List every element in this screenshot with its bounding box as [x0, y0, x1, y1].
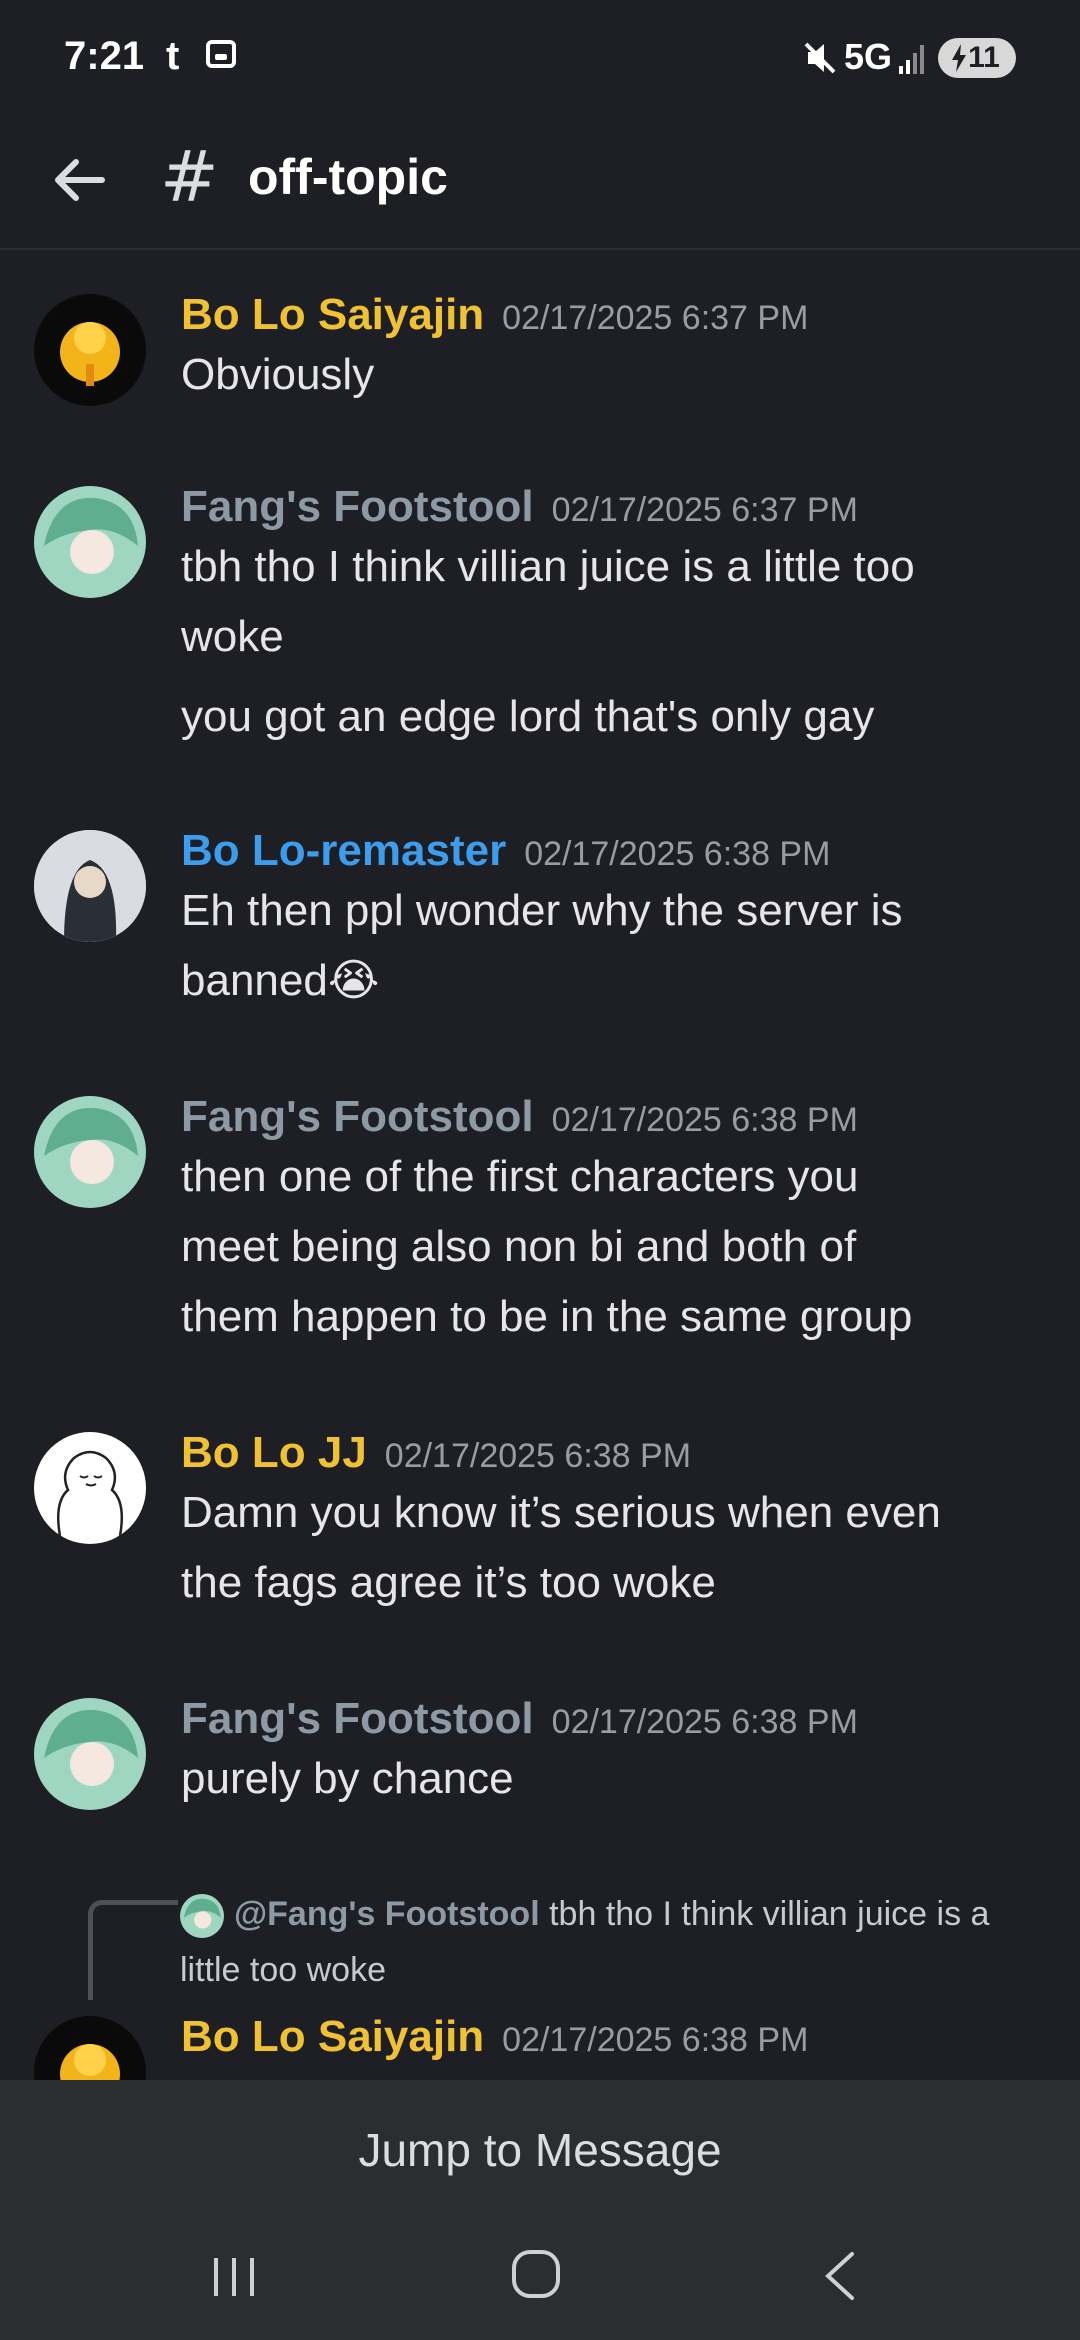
- message-text: woke: [181, 612, 284, 661]
- recent-apps-icon[interactable]: [210, 2252, 258, 2302]
- channel-hash-icon: #: [160, 136, 219, 218]
- avatar[interactable]: [34, 2016, 146, 2080]
- reply-preview[interactable]: @Fang's Footstool tbh tho I think villia…: [180, 1886, 1020, 1998]
- charging-icon: [952, 44, 966, 72]
- timestamp: 02/17/2025 6:38 PM: [551, 1703, 858, 1741]
- username[interactable]: Fang's Footstool: [181, 482, 534, 531]
- message-text: Obviously: [181, 350, 375, 399]
- message-text: purely by chance: [181, 1754, 514, 1803]
- avatar[interactable]: [34, 1432, 146, 1544]
- username[interactable]: Bo Lo Saiyajin: [181, 290, 484, 339]
- reply-connector: [88, 1900, 178, 2000]
- screenshot-icon: [206, 40, 236, 68]
- timestamp: 02/17/2025 6:37 PM: [551, 491, 858, 529]
- avatar[interactable]: [34, 294, 146, 406]
- timestamp: 02/17/2025 6:38 PM: [384, 1437, 692, 1475]
- message-text: banned😭: [181, 956, 380, 1005]
- battery-level: 11: [968, 41, 1000, 74]
- message-text: Eh then ppl wonder why the server is: [181, 886, 903, 935]
- jump-to-message-button[interactable]: Jump to Message: [0, 2080, 1080, 2220]
- back-icon[interactable]: [820, 2250, 860, 2302]
- avatar[interactable]: [34, 1698, 146, 1810]
- signal-icon: [899, 45, 924, 74]
- avatar[interactable]: [34, 486, 146, 598]
- avatar[interactable]: [34, 830, 146, 942]
- reply-avatar: [180, 1894, 224, 1939]
- system-nav-bar: [0, 2220, 1080, 2340]
- username[interactable]: Bo Lo Saiyajin: [181, 2012, 484, 2061]
- message: Bo Lo Saiyajin 02/17/2025 6:38 PM: [0, 2012, 1080, 2080]
- username[interactable]: Bo Lo JJ: [181, 1428, 367, 1477]
- message-text: meet being also non bi and both of: [181, 1222, 857, 1271]
- home-icon[interactable]: [510, 2248, 562, 2300]
- mute-icon: [804, 42, 836, 74]
- message-text: Damn you know it’s serious when even: [181, 1488, 941, 1537]
- back-arrow-icon[interactable]: [48, 148, 112, 212]
- username[interactable]: Bo Lo-remaster: [181, 826, 506, 875]
- timestamp: 02/17/2025 6:38 PM: [524, 835, 831, 873]
- battery-indicator: 11: [938, 38, 1016, 78]
- timestamp: 02/17/2025 6:38 PM: [502, 2021, 809, 2059]
- username[interactable]: Fang's Footstool: [181, 1092, 534, 1141]
- status-bar: 7:21 t 5G 11: [0, 0, 1080, 120]
- message-text: tbh tho I think villian juice is a littl…: [181, 542, 915, 591]
- message-text: then one of the first characters you: [181, 1152, 859, 1201]
- message-text: you got an edge lord that's only gay: [181, 692, 875, 741]
- channel-header: # off-topic: [0, 120, 1080, 250]
- notification-app-icon: t: [166, 34, 180, 78]
- channel-name: off-topic: [248, 149, 448, 205]
- message-text: the fags agree it’s too woke: [181, 1558, 716, 1607]
- timestamp: 02/17/2025 6:38 PM: [551, 1101, 858, 1139]
- reply-mention[interactable]: @Fang's Footstool: [234, 1895, 540, 1933]
- message-text: them happen to be in the same group: [181, 1292, 913, 1341]
- username[interactable]: Fang's Footstool: [181, 1694, 534, 1743]
- timestamp: 02/17/2025 6:37 PM: [502, 299, 809, 337]
- avatar[interactable]: [34, 1096, 146, 1208]
- network-type: 5G: [844, 36, 893, 77]
- clock: 7:21: [64, 34, 145, 78]
